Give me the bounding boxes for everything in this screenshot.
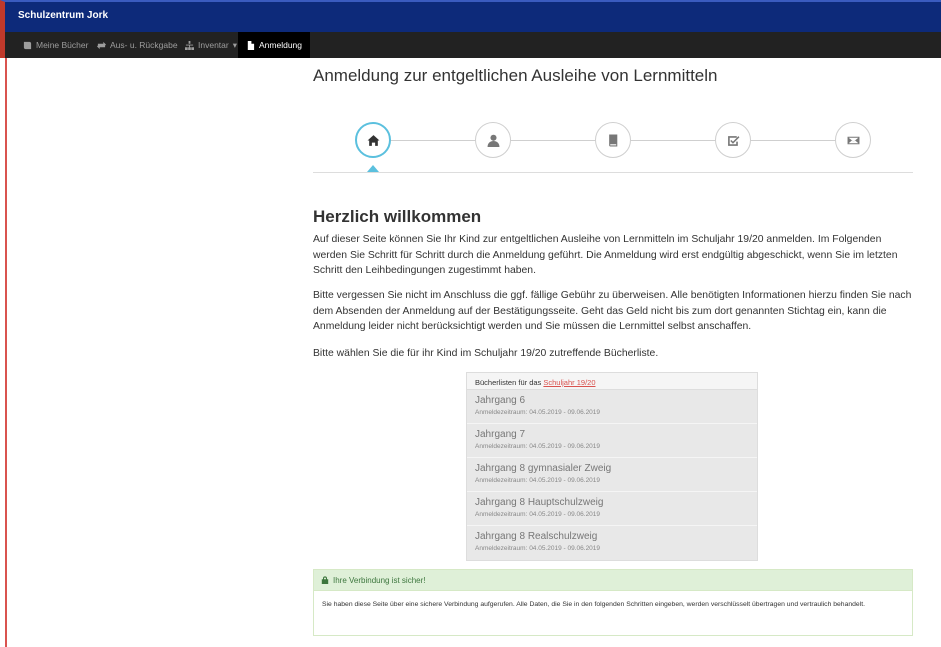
booklist-range: Anmeldezeitraum: 04.05.2019 - 09.06.2019 [475,511,601,518]
booklist-range: Anmeldezeitraum: 04.05.2019 - 09.06.2019 [475,409,601,416]
secure-connection-header: Ihre Verbindung ist sicher! [314,570,912,591]
booklist-item-jahrgang-7[interactable]: Jahrgang 7 Anmeldezeitraum: 04.05.2019 -… [467,424,757,458]
nav-item-label: Meine Bücher [36,40,89,50]
booklist-range: Anmeldezeitraum: 04.05.2019 - 09.06.2019 [475,545,601,552]
booklist-item-jahrgang-8-gymnasial[interactable]: Jahrgang 8 gymnasialer Zweig Anmeldezeit… [467,458,757,492]
chevron-down-icon: ▾ [232,40,237,50]
main-nav: Meine Bücher Aus- u. Rückgabe Inventar ▾… [0,32,941,58]
sitemap-icon [185,40,194,50]
booklist-item-jahrgang-6[interactable]: Jahrgang 6 Anmeldezeitraum: 04.05.2019 -… [467,390,757,424]
welcome-heading: Herzlich willkommen [313,207,482,226]
booklist-name: Jahrgang 8 Hauptschulzweig [475,497,604,508]
nav-item-aus-rueckgabe[interactable]: Aus- u. Rückgabe [89,32,186,58]
wizard-steps [313,118,913,178]
booklist-range: Anmeldezeitraum: 04.05.2019 - 09.06.2019 [475,443,601,450]
choose-paragraph: Bitte wählen Sie die für ihr Kind im Sch… [313,348,659,359]
brand-title[interactable]: Schulzentrum Jork [18,10,108,21]
nav-item-inventar[interactable]: Inventar ▾ [177,32,245,58]
check-icon [727,135,739,146]
lock-icon [321,576,329,584]
wizard-step-envelope[interactable] [835,122,871,158]
booklist-header-text: Bücherlisten für das [475,378,544,387]
left-border [5,58,7,647]
wizard-step-home[interactable] [355,122,391,158]
book-icon [23,41,32,49]
payment-paragraph: Bitte vergessen Sie nicht im Anschluss d… [313,290,912,332]
nav-item-meine-buecher[interactable]: Meine Bücher [15,32,96,58]
school-year-link[interactable]: Schuljahr 19/20 [543,378,595,387]
file-icon [247,40,255,50]
intro-paragraph: Auf dieser Seite können Sie Ihr Kind zur… [313,234,898,276]
booklist-name: Jahrgang 7 [475,429,526,440]
booklist-range: Anmeldezeitraum: 04.05.2019 - 09.06.2019 [475,477,601,484]
transfer-icon [97,41,106,49]
booklist-item-jahrgang-8-haupt[interactable]: Jahrgang 8 Hauptschulzweig Anmeldezeitra… [467,492,757,526]
wizard-step-check[interactable] [715,122,751,158]
wizard-step-books[interactable] [595,122,631,158]
nav-item-label: Anmeldung [259,40,303,50]
top-bar: Schulzentrum Jork [0,0,941,32]
book-icon [608,134,617,146]
booklist-name: Jahrgang 8 gymnasialer Zweig [475,463,612,474]
booklist-panel: Bücherlisten für das Schuljahr 19/20 Jah… [466,372,758,561]
nav-item-label: Inventar [198,40,229,50]
nav-item-label: Aus- u. Rückgabe [110,40,178,50]
wizard-divider [313,172,913,173]
envelope-icon [847,136,859,144]
secure-connection-panel: Ihre Verbindung ist sicher! Sie haben di… [313,569,913,636]
booklist-name: Jahrgang 6 [475,395,526,406]
active-step-caret [367,165,379,172]
user-icon [487,134,499,147]
secure-connection-title: Ihre Verbindung ist sicher! [333,576,426,585]
booklist-item-jahrgang-8-real[interactable]: Jahrgang 8 Realschulzweig Anmeldezeitrau… [467,526,757,560]
booklist-header: Bücherlisten für das Schuljahr 19/20 [467,373,757,390]
nav-item-anmeldung[interactable]: Anmeldung [238,32,311,58]
page-title: Anmeldung zur entgeltlichen Ausleihe von… [313,66,718,85]
wizard-step-user[interactable] [475,122,511,158]
secure-connection-text: Sie haben diese Seite über eine sichere … [322,601,865,608]
home-icon [367,134,379,146]
booklist-name: Jahrgang 8 Realschulzweig [475,531,598,542]
